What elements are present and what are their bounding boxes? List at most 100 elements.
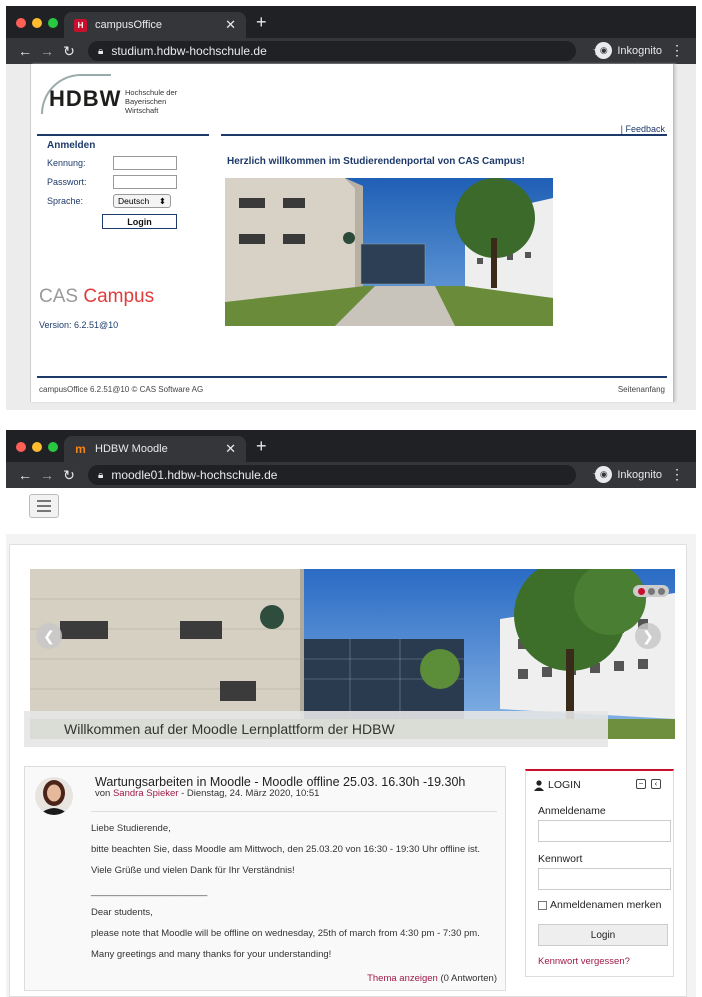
author-avatar[interactable] bbox=[35, 777, 73, 815]
tab-hdbw-moodle[interactable]: m HDBW Moodle ✕ bbox=[64, 436, 246, 462]
forward-icon[interactable]: → bbox=[36, 467, 58, 483]
password-input[interactable] bbox=[538, 868, 671, 890]
news-line: Viele Grüße und vielen Dank für Ihr Vers… bbox=[91, 865, 295, 876]
welcome-heading: Herzlich willkommen im Studierendenporta… bbox=[227, 156, 525, 167]
news-post: Wartungsarbeiten in Moodle - Moodle offl… bbox=[24, 766, 506, 991]
kennung-input[interactable] bbox=[113, 156, 177, 170]
cas-campus-logo: CAS Campus bbox=[39, 286, 155, 307]
maximize-window-button[interactable] bbox=[48, 442, 58, 452]
close-window-button[interactable] bbox=[16, 442, 26, 452]
moodle-content: ❮ ❯ Willkommen auf der Moodle Lernplattf… bbox=[9, 544, 687, 997]
news-body: Liebe Studierende, bitte beachten Sie, d… bbox=[91, 823, 501, 970]
window-controls bbox=[16, 442, 58, 452]
collapse-block-icon[interactable]: − bbox=[636, 779, 646, 789]
news-line: Many greetings and many thanks for your … bbox=[91, 949, 332, 960]
news-line: Dear students, bbox=[91, 907, 153, 918]
news-title[interactable]: Wartungsarbeiten in Moodle - Moodle offl… bbox=[95, 775, 465, 789]
incognito-icon: ◉ bbox=[595, 42, 613, 59]
back-to-top-link[interactable]: Seitenanfang bbox=[618, 385, 665, 394]
login-block: LOGIN − ‹ Anmeldename Kennwort Anmeldena… bbox=[525, 769, 674, 977]
back-icon[interactable]: ← bbox=[14, 43, 36, 59]
slide-dot-2[interactable] bbox=[647, 587, 655, 595]
feedback-link[interactable]: | Feedback bbox=[621, 124, 665, 134]
close-window-button[interactable] bbox=[16, 18, 26, 28]
url-text: moodle01.hdbw-hochschule.de bbox=[111, 468, 278, 482]
moodle-navbar bbox=[6, 488, 696, 534]
tab-campusoffice[interactable]: H campusOffice ✕ bbox=[64, 12, 246, 38]
username-input[interactable] bbox=[538, 820, 671, 842]
slider-pagination bbox=[633, 585, 669, 597]
main-divider bbox=[221, 134, 667, 136]
slide-dot-3[interactable] bbox=[657, 587, 665, 595]
slider-next-icon[interactable]: ❯ bbox=[635, 623, 661, 649]
footer-divider bbox=[37, 376, 667, 378]
hamburger-menu-icon[interactable] bbox=[29, 494, 59, 518]
user-icon bbox=[534, 779, 544, 791]
close-tab-icon[interactable]: ✕ bbox=[225, 17, 236, 33]
lock-icon: 🔒︎ bbox=[98, 45, 104, 57]
passwort-input[interactable] bbox=[113, 175, 177, 189]
new-tab-icon[interactable]: + bbox=[256, 437, 267, 455]
slide-caption: Willkommen auf der Moodle Lernplattform … bbox=[24, 711, 608, 747]
news-meta: von Sandra Spieker - Dienstag, 24. März … bbox=[95, 788, 320, 799]
campus-building-photo bbox=[225, 178, 553, 326]
menu-kebab-icon[interactable]: ⋮ bbox=[670, 42, 684, 59]
select-arrows-icon: ⬍ bbox=[158, 195, 166, 206]
url-field[interactable]: 🔒︎ moodle01.hdbw-hochschule.de ☆ bbox=[88, 465, 604, 485]
forgot-password-link[interactable]: Kennwort vergessen? bbox=[538, 956, 630, 967]
news-divider bbox=[91, 811, 497, 812]
incognito-icon: ◉ bbox=[595, 466, 613, 483]
logo-mark: HDBW bbox=[49, 86, 122, 111]
news-footer: Thema anzeigen (0 Antworten) bbox=[367, 973, 497, 984]
tab-title: HDBW Moodle bbox=[95, 443, 168, 455]
address-bar: ← → ↻ 🔒︎ studium.hdbw-hochschule.de ☆ ◉ … bbox=[6, 38, 696, 64]
show-discussion-link[interactable]: Thema anzeigen bbox=[367, 973, 438, 984]
dock-block-icon[interactable]: ‹ bbox=[651, 779, 661, 789]
reload-icon[interactable]: ↻ bbox=[58, 467, 80, 484]
moodle-login-button[interactable]: Login bbox=[538, 924, 668, 946]
minimize-window-button[interactable] bbox=[32, 18, 42, 28]
back-icon[interactable]: ← bbox=[14, 467, 36, 483]
tab-title: campusOffice bbox=[95, 19, 163, 31]
address-bar: ← → ↻ 🔒︎ moodle01.hdbw-hochschule.de ☆ ◉… bbox=[6, 462, 696, 488]
sprache-select[interactable]: Deutsch ⬍ bbox=[113, 194, 171, 208]
cas-campus-page: HDBW Hochschule der Bayerischen Wirtscha… bbox=[30, 64, 674, 402]
slide-dot-1[interactable] bbox=[637, 587, 645, 595]
login-button[interactable]: Login bbox=[102, 214, 177, 229]
incognito-label: Inkognito bbox=[617, 468, 662, 481]
reload-icon[interactable]: ↻ bbox=[58, 43, 80, 60]
version-text: Version: 6.2.51@10 bbox=[39, 320, 119, 330]
browser-window-moodle: m HDBW Moodle ✕ + ← → ↻ 🔒︎ moodle01.hdbw… bbox=[6, 430, 696, 997]
passwort-label: Passwort: bbox=[47, 177, 87, 187]
hdbw-favicon-icon: H bbox=[74, 18, 87, 32]
news-line: Liebe Studierende, bbox=[91, 823, 171, 834]
username-label: Anmeldename bbox=[538, 805, 606, 817]
remember-checkbox[interactable] bbox=[538, 900, 547, 910]
incognito-indicator[interactable]: ◉ Inkognito bbox=[595, 42, 662, 59]
password-label: Kennwort bbox=[538, 853, 583, 865]
remember-label: Anmeldenamen merken bbox=[550, 899, 662, 911]
replies-count: (0 Antworten) bbox=[440, 973, 498, 984]
browser-window-campusoffice: H campusOffice ✕ + ← → ↻ 🔒︎ studium.hdbw… bbox=[6, 6, 696, 410]
incognito-indicator[interactable]: ◉ Inkognito bbox=[595, 466, 662, 483]
sprache-label: Sprache: bbox=[47, 196, 84, 206]
author-link[interactable]: Sandra Spieker bbox=[113, 788, 178, 799]
logo-subtitle: Hochschule der Bayerischen Wirtschaft bbox=[125, 88, 178, 115]
news-line: ______________________ bbox=[91, 886, 208, 897]
url-text: studium.hdbw-hochschule.de bbox=[111, 44, 267, 58]
url-field[interactable]: 🔒︎ studium.hdbw-hochschule.de ☆ bbox=[88, 41, 604, 61]
forward-icon[interactable]: → bbox=[36, 43, 58, 59]
lock-icon: 🔒︎ bbox=[98, 469, 104, 481]
maximize-window-button[interactable] bbox=[48, 18, 58, 28]
close-tab-icon[interactable]: ✕ bbox=[225, 441, 236, 457]
tab-bar: m HDBW Moodle ✕ + bbox=[6, 430, 696, 462]
sprache-value: Deutsch bbox=[118, 196, 150, 206]
slider-prev-icon[interactable]: ❮ bbox=[36, 623, 62, 649]
login-block-header: LOGIN bbox=[534, 779, 581, 791]
block-controls: − ‹ bbox=[636, 779, 661, 789]
new-tab-icon[interactable]: + bbox=[256, 13, 267, 31]
news-line: please note that Moodle will be offline … bbox=[91, 928, 480, 939]
remember-username[interactable]: Anmeldenamen merken bbox=[538, 899, 661, 911]
minimize-window-button[interactable] bbox=[32, 442, 42, 452]
menu-kebab-icon[interactable]: ⋮ bbox=[670, 466, 684, 483]
